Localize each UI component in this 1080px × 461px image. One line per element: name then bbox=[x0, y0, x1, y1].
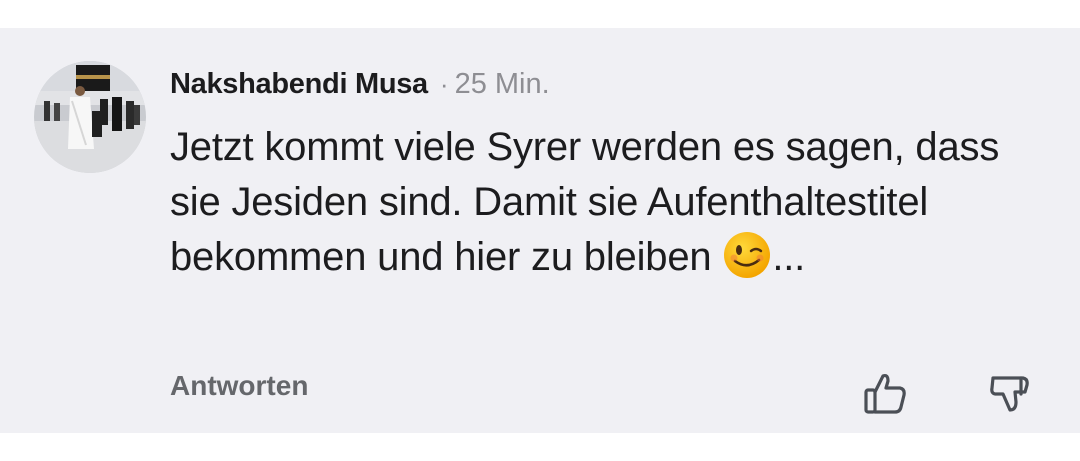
comment-body: Jetzt kommt viele Syrer werden es sagen,… bbox=[170, 120, 1050, 285]
reply-button[interactable]: Antworten bbox=[170, 370, 308, 402]
author-name[interactable]: Nakshabendi Musa bbox=[170, 68, 428, 101]
next-comment-edge bbox=[0, 433, 1080, 461]
comment-text: Jetzt kommt viele Syrer werden es sagen,… bbox=[170, 125, 1000, 279]
thumbs-up-icon[interactable] bbox=[860, 368, 912, 420]
comment-header: Nakshabendi Musa · 25 Min. bbox=[170, 64, 550, 104]
winking-face-emoji bbox=[724, 232, 771, 278]
thumbs-down-icon[interactable] bbox=[985, 368, 1037, 420]
avatar[interactable] bbox=[34, 61, 146, 173]
timestamp[interactable]: 25 Min. bbox=[455, 68, 550, 101]
thumbs-up-icon[interactable] bbox=[866, 0, 906, 10]
thumbs-down-icon[interactable] bbox=[995, 0, 1035, 10]
separator-dot: · bbox=[439, 68, 449, 99]
comment-text-suffix: ... bbox=[772, 235, 806, 279]
previous-comment-edge bbox=[0, 0, 1080, 28]
